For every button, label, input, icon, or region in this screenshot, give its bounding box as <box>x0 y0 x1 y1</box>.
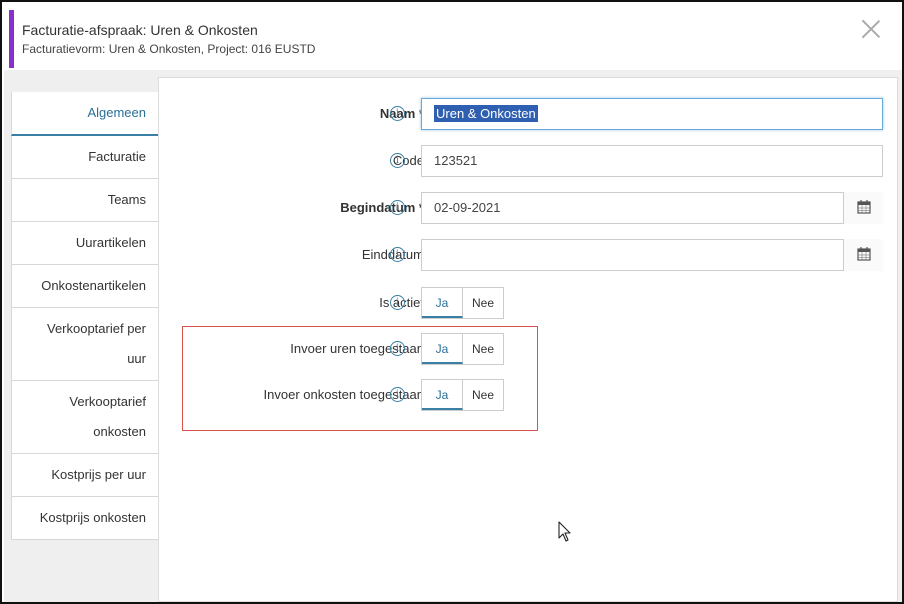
invoer-uren-row: Invoer uren toegestaan i Ja Nee <box>159 333 899 365</box>
einddatum-row: Einddatum i <box>159 239 899 271</box>
naam-row: Naam * i Uren & Onkosten <box>159 98 899 130</box>
code-value: 123521 <box>434 153 478 168</box>
calendar-icon <box>857 200 871 214</box>
calendar-button[interactable] <box>843 192 883 224</box>
dialog-body: Algemeen Facturatie Teams Uurartikelen O… <box>4 70 902 602</box>
toggle-ja-button[interactable]: Ja <box>422 288 463 318</box>
naam-value: Uren & Onkosten <box>434 105 538 122</box>
invoer-onkosten-row: Invoer onkosten toegestaan i Ja Nee <box>159 379 899 411</box>
code-input[interactable]: 123521 <box>421 145 883 177</box>
info-icon[interactable]: i <box>390 200 405 215</box>
sidebar-item-algemeen[interactable]: Algemeen <box>11 92 158 136</box>
code-row: Code i 123521 <box>159 145 899 177</box>
sidebar-item-label: Kostprijs onkosten <box>39 510 146 525</box>
sidebar-item-label: Onkostenartikelen <box>41 278 146 293</box>
begindatum-label: Begindatum * <box>340 200 424 215</box>
form-panel: Naam * i Uren & Onkosten Code i 123521 B… <box>158 77 898 602</box>
dialog-title: Facturatie-afspraak: Uren & Onkosten <box>22 22 258 38</box>
einddatum-input[interactable] <box>421 239 883 271</box>
sidebar-item-label: Algemeen <box>87 105 146 120</box>
toggle-nee-button[interactable]: Nee <box>463 334 503 364</box>
dialog-header: Facturatie-afspraak: Uren & Onkosten Fac… <box>4 4 902 70</box>
sidebar-item-label: Facturatie <box>88 149 146 164</box>
sidebar-item-label: Uurartikelen <box>75 235 146 250</box>
info-icon[interactable]: i <box>390 341 405 356</box>
info-icon[interactable]: i <box>390 387 405 402</box>
sidebar-item-label: Teams <box>107 192 146 207</box>
header-accent-bar <box>9 10 14 68</box>
mouse-cursor-icon <box>558 521 571 542</box>
toggle-nee-button[interactable]: Nee <box>463 380 503 410</box>
toggle-ja-button[interactable]: Ja <box>422 380 463 410</box>
calendar-button[interactable] <box>843 239 883 271</box>
info-icon[interactable]: i <box>390 106 405 121</box>
sidebar-item-onkostenartikelen[interactable]: Onkostenartikelen <box>11 265 158 308</box>
calendar-icon <box>857 247 871 261</box>
sidebar-item-label: Kostprijs per uur <box>51 467 146 482</box>
info-icon[interactable]: i <box>390 153 405 168</box>
invoer-onkosten-toggle[interactable]: Ja Nee <box>421 379 504 411</box>
sidebar-item-label: Verkooptarief onkosten <box>69 394 146 439</box>
dialog-subtitle: Facturatievorm: Uren & Onkosten, Project… <box>22 42 316 56</box>
sidebar: Algemeen Facturatie Teams Uurartikelen O… <box>11 92 158 540</box>
begindatum-value: 02-09-2021 <box>434 200 501 215</box>
begindatum-row: Begindatum * i 02-09-2021 <box>159 192 899 224</box>
toggle-ja-button[interactable]: Ja <box>422 334 463 364</box>
sidebar-item-kostprijs-onkosten[interactable]: Kostprijs onkosten <box>11 497 158 540</box>
sidebar-item-verkooptarief-onkosten[interactable]: Verkooptarief onkosten <box>11 381 158 454</box>
is-actief-toggle[interactable]: Ja Nee <box>421 287 504 319</box>
begindatum-input[interactable]: 02-09-2021 <box>421 192 883 224</box>
sidebar-item-uurartikelen[interactable]: Uurartikelen <box>11 222 158 265</box>
sidebar-item-facturatie[interactable]: Facturatie <box>11 136 158 179</box>
invoer-uren-toggle[interactable]: Ja Nee <box>421 333 504 365</box>
sidebar-item-verkooptarief-per-uur[interactable]: Verkooptarief per uur <box>11 308 158 381</box>
is-actief-row: Is actief i Ja Nee <box>159 287 899 319</box>
sidebar-item-kostprijs-per-uur[interactable]: Kostprijs per uur <box>11 454 158 497</box>
sidebar-item-teams[interactable]: Teams <box>11 179 158 222</box>
info-icon[interactable]: i <box>390 247 405 262</box>
toggle-nee-button[interactable]: Nee <box>463 288 503 318</box>
naam-input[interactable]: Uren & Onkosten <box>421 98 883 130</box>
dialog-window: Facturatie-afspraak: Uren & Onkosten Fac… <box>0 0 904 604</box>
sidebar-item-label: Verkooptarief per uur <box>46 321 146 366</box>
info-icon[interactable]: i <box>390 295 405 310</box>
close-icon[interactable] <box>860 18 882 40</box>
